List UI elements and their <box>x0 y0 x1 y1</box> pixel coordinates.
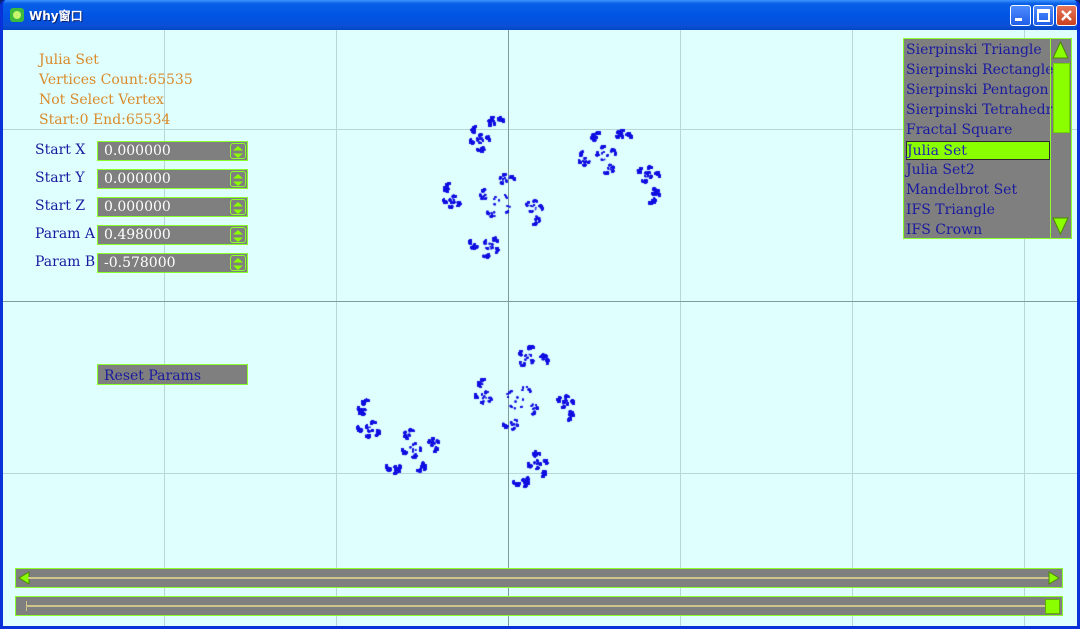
position-slider[interactable] <box>15 596 1063 616</box>
scroll-down-icon[interactable] <box>1052 216 1069 236</box>
render-area[interactable]: Julia Set Vertices Count:65535 Not Selec… <box>3 30 1077 626</box>
spin-arrows-icon <box>233 230 243 242</box>
param-value[interactable]: 0.000000 <box>104 171 171 187</box>
param-label: Start Z <box>35 198 86 214</box>
param-label: Start Y <box>35 170 85 186</box>
param-label: Param B <box>35 254 96 270</box>
spin-button[interactable] <box>230 199 246 215</box>
param-value[interactable]: -0.578000 <box>104 255 176 271</box>
minimize-button[interactable] <box>1010 5 1031 26</box>
scroll-track <box>28 577 1050 579</box>
app-icon <box>10 8 24 22</box>
slider-track <box>26 605 1050 607</box>
fractal-list-item[interactable]: Fractal Square <box>906 121 1050 140</box>
scroll-up-icon[interactable] <box>1052 40 1069 60</box>
spin-button[interactable] <box>230 255 246 271</box>
maximize-button[interactable] <box>1033 5 1054 26</box>
fractal-listbox[interactable]: Sierpinski Triangle Sierpinski Rectangle S… <box>903 38 1072 239</box>
close-button[interactable] <box>1056 5 1077 26</box>
spin-button[interactable] <box>230 171 246 187</box>
app-window: Why窗口 Julia Set Vertices Count:65535 Not… <box>0 0 1080 629</box>
spin-button[interactable] <box>230 143 246 159</box>
param-spinbox[interactable]: 0.000000 <box>97 169 248 189</box>
param-value[interactable]: 0.000000 <box>104 143 171 159</box>
fractal-list-item[interactable]: IFS Triangle <box>906 201 1050 220</box>
param-spinbox[interactable]: 0.000000 <box>97 141 248 161</box>
param-value[interactable]: 0.000000 <box>104 199 171 215</box>
fractal-name: Julia Set <box>39 52 99 68</box>
spin-arrows-icon <box>233 174 243 186</box>
fractal-list-item[interactable]: Sierpinski Triangle <box>906 41 1050 60</box>
param-spinbox[interactable]: 0.000000 <box>97 197 248 217</box>
maximize-icon <box>1037 9 1050 22</box>
spin-arrows-icon <box>233 202 243 214</box>
selection-status: Not Select Vertex <box>39 92 164 108</box>
fractal-list-item[interactable]: Sierpinski Pentagon <box>906 81 1050 100</box>
scroll-right-icon[interactable] <box>1048 571 1060 585</box>
window-title: Why窗口 <box>29 9 83 23</box>
spin-arrows-icon <box>233 146 243 158</box>
vertex-range-scrollbar[interactable] <box>15 568 1063 588</box>
close-icon <box>1061 10 1072 21</box>
title-bar[interactable]: Why窗口 <box>3 0 1077 30</box>
fractal-list-item[interactable]: Mandelbrot Set <box>906 181 1050 200</box>
param-spinbox[interactable]: 0.498000 <box>97 225 248 245</box>
fractal-list-item[interactable]: Julia Set2 <box>906 161 1050 180</box>
spin-arrows-icon <box>233 258 243 270</box>
list-scrollbar[interactable] <box>1050 39 1071 238</box>
param-spinbox[interactable]: -0.578000 <box>97 253 248 273</box>
slider-thumb[interactable] <box>1045 599 1060 614</box>
fractal-list-item[interactable]: Sierpinski Tetrahedron <box>906 101 1070 120</box>
reset-params-button[interactable]: Reset Params <box>97 364 248 385</box>
list-scroll-thumb[interactable] <box>1053 63 1070 133</box>
minimize-icon <box>1015 18 1022 21</box>
spin-button[interactable] <box>230 227 246 243</box>
param-value[interactable]: 0.498000 <box>104 227 171 243</box>
param-label: Start X <box>35 142 86 158</box>
fractal-list-item[interactable]: IFS Crown <box>906 221 1050 240</box>
fractal-list-item[interactable]: Julia Set <box>906 141 1050 160</box>
vertex-range: Start:0 End:65534 <box>39 112 171 128</box>
fractal-list-item[interactable]: Sierpinski Rectangle <box>906 61 1053 80</box>
param-label: Param A <box>35 226 96 242</box>
vertices-count: Vertices Count:65535 <box>39 72 193 88</box>
